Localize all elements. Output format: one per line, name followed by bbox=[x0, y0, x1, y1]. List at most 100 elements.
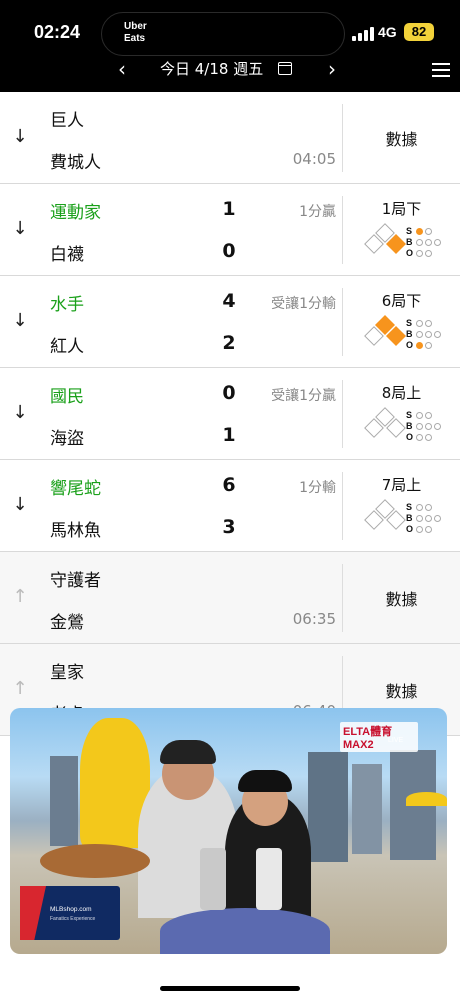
channel-name: ELTA體育MAX2 bbox=[340, 722, 418, 752]
count-dot bbox=[416, 250, 423, 257]
arrow-down-icon: ↓ bbox=[12, 126, 28, 147]
count-dot bbox=[425, 515, 432, 522]
city-building bbox=[352, 764, 382, 854]
status-time: 02:24 bbox=[34, 22, 81, 42]
top-bar: 02:24 Uber Eats 4G 82 ‹ 今日 4/18 週五 › bbox=[0, 0, 460, 92]
count-label: S bbox=[406, 502, 413, 512]
count-row-b: B bbox=[406, 421, 456, 432]
game-time: 06:35 bbox=[292, 610, 336, 628]
network-type: 4G bbox=[378, 24, 397, 40]
date-label[interactable]: 今日 4/18 週五 bbox=[160, 58, 263, 80]
stats-button[interactable]: 數據 bbox=[343, 678, 460, 702]
home-team: 海盜 bbox=[50, 429, 84, 449]
arrow-down-icon: ↓ bbox=[12, 494, 28, 515]
game-row[interactable]: ↓ 運動家 白襪 1 0 1分贏 1局下 SBO bbox=[0, 184, 460, 276]
inning-label: 1局下 bbox=[381, 200, 422, 218]
count-dot bbox=[425, 320, 432, 327]
dynamic-island[interactable]: Uber Eats bbox=[101, 12, 345, 56]
count-dot bbox=[425, 526, 432, 533]
drink-can bbox=[200, 848, 226, 910]
table bbox=[160, 908, 330, 954]
odds-result: 受讓1分輸 bbox=[271, 296, 336, 312]
count-dot bbox=[434, 331, 441, 338]
game-row[interactable]: ↓ 響尾蛇 馬林魚 6 3 1分輸 7局上 SBO bbox=[0, 460, 460, 552]
menu-icon[interactable] bbox=[432, 63, 450, 77]
count-label: S bbox=[406, 410, 413, 420]
fan-cap bbox=[238, 770, 292, 792]
count-row-o: O bbox=[406, 432, 456, 443]
stats-button[interactable]: 數據 bbox=[343, 586, 460, 610]
home-score: 1 bbox=[222, 424, 236, 446]
odds-result: 受讓1分贏 bbox=[271, 388, 336, 404]
inning-label: 8局上 bbox=[381, 384, 422, 402]
city-building bbox=[308, 752, 348, 862]
count-dot bbox=[416, 320, 423, 327]
calendar-icon[interactable] bbox=[278, 62, 292, 75]
home-indicator[interactable] bbox=[160, 986, 300, 991]
count-dot bbox=[434, 515, 441, 522]
home-team: 金鶯 bbox=[50, 613, 84, 633]
count-indicator: SBO bbox=[406, 318, 456, 351]
bases-diamond-icon bbox=[362, 407, 408, 445]
bases-diamond-icon bbox=[362, 315, 408, 353]
home-team: 紅人 bbox=[50, 337, 84, 357]
sponsor-banner: MLBshop.com Fanatics Experience bbox=[20, 886, 120, 940]
arrow-up-icon: ↑ bbox=[12, 586, 28, 607]
bases-diamond-icon bbox=[362, 223, 408, 261]
uber-eats-live-activity: Uber Eats bbox=[124, 21, 147, 44]
count-row-o: O bbox=[406, 524, 456, 535]
home-score: 3 bbox=[222, 516, 236, 538]
arrow-down-icon: ↓ bbox=[12, 218, 28, 239]
count-dot bbox=[416, 515, 423, 522]
count-dot bbox=[416, 423, 423, 430]
signal-icon bbox=[352, 27, 374, 41]
count-dot bbox=[425, 331, 432, 338]
count-dot bbox=[434, 423, 441, 430]
game-row[interactable]: ↑ 守護者 金鶯 06:35 數據 bbox=[0, 552, 460, 644]
count-dot bbox=[416, 504, 423, 511]
game-row[interactable]: ↓ 水手 紅人 4 2 受讓1分輸 6局下 SBO bbox=[0, 276, 460, 368]
date-nav: ‹ 今日 4/18 週五 › bbox=[0, 56, 460, 86]
count-dot bbox=[425, 239, 432, 246]
prev-day-button[interactable]: ‹ bbox=[118, 56, 126, 82]
home-team: 馬林魚 bbox=[50, 521, 101, 541]
count-row-s: S bbox=[406, 226, 456, 237]
odds-result: 1分輸 bbox=[299, 480, 336, 496]
count-row-s: S bbox=[406, 318, 456, 329]
game-time: 04:05 bbox=[292, 150, 336, 168]
home-team: 費城人 bbox=[50, 153, 101, 173]
yellow-umbrella bbox=[406, 792, 447, 806]
count-label: S bbox=[406, 318, 413, 328]
sponsor-text: MLBshop.com bbox=[50, 906, 92, 913]
count-dot bbox=[416, 228, 423, 235]
count-dot bbox=[425, 504, 432, 511]
city-building bbox=[50, 756, 78, 846]
count-indicator: SBO bbox=[406, 502, 456, 535]
game-row[interactable]: ↓ 國民 海盜 0 1 受讓1分贏 8局上 SBO bbox=[0, 368, 460, 460]
count-row-b: B bbox=[406, 237, 456, 248]
count-row-b: B bbox=[406, 513, 456, 524]
bases-diamond-icon bbox=[362, 499, 408, 537]
next-day-button[interactable]: › bbox=[328, 56, 336, 82]
count-dot bbox=[425, 342, 432, 349]
away-score: 0 bbox=[222, 382, 236, 404]
count-row-b: B bbox=[406, 329, 456, 340]
away-team: 皇家 bbox=[50, 663, 84, 683]
away-team: 國民 bbox=[50, 387, 84, 407]
count-dot bbox=[425, 228, 432, 235]
channel-logo: ELTA體育MAX2 LIVE bbox=[340, 722, 418, 752]
live-badge: LIVE bbox=[388, 737, 404, 744]
fan-cap bbox=[160, 740, 216, 764]
away-team: 運動家 bbox=[50, 203, 101, 223]
count-dot bbox=[416, 526, 423, 533]
count-dot bbox=[425, 434, 432, 441]
count-dot bbox=[425, 412, 432, 419]
sponsor-subtext: Fanatics Experience bbox=[50, 916, 96, 922]
count-label: B bbox=[406, 329, 413, 339]
battery-icon: 82 bbox=[404, 23, 434, 41]
arrow-down-icon: ↓ bbox=[12, 402, 28, 423]
stats-button[interactable]: 數據 bbox=[343, 126, 460, 150]
pip-video-player[interactable]: ELTA體育MAX2 LIVE MLBshop.com Fanatics Exp… bbox=[10, 708, 447, 954]
game-row[interactable]: ↓ 巨人 費城人 04:05 數據 bbox=[0, 92, 460, 184]
count-label: O bbox=[406, 432, 414, 442]
